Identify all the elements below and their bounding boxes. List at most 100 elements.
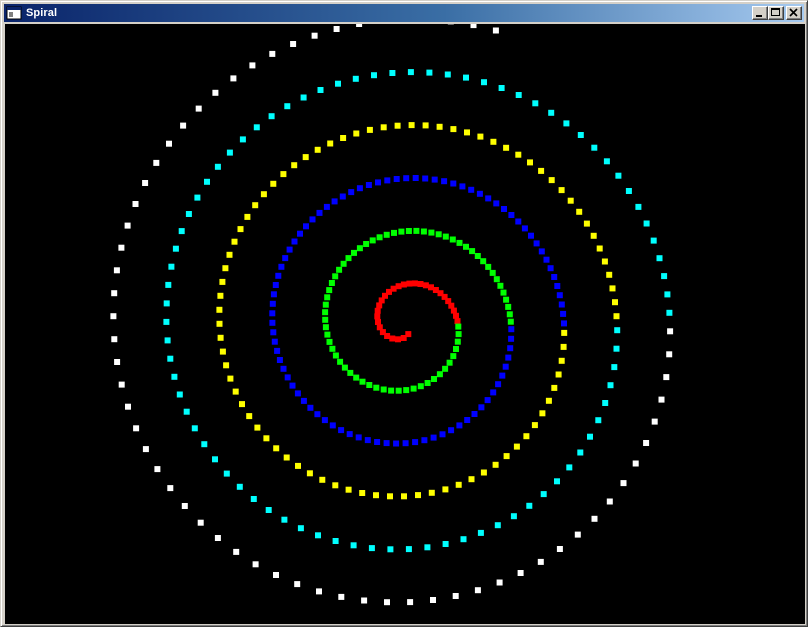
spiral-dot (508, 326, 515, 333)
spiral-dot (269, 310, 276, 317)
spiral-dot (375, 319, 381, 325)
spiral-dot (609, 285, 616, 292)
spiral-dot (464, 417, 471, 423)
spiral-dot (441, 178, 448, 185)
spiral-dot (125, 403, 131, 410)
spiral-dot (658, 396, 665, 403)
maximize-icon (771, 8, 780, 16)
spiral-dot (355, 434, 362, 441)
spiral-dot (503, 453, 510, 460)
spiral-dot (185, 211, 192, 217)
spiral-dot (239, 401, 245, 408)
spiral-dot (197, 519, 204, 526)
spiral-dot (505, 303, 512, 310)
spiral-dot (339, 193, 346, 200)
spiral-dot (286, 246, 293, 253)
spiral-dot (270, 291, 277, 298)
spiral-dot (167, 485, 174, 492)
spiral-dot (223, 362, 230, 369)
spiral-dot (356, 245, 363, 252)
spiral-dot (615, 172, 622, 179)
spiral-dot (454, 318, 461, 325)
spiral-dot (583, 220, 590, 227)
spiral-dot (269, 319, 276, 326)
spiral-dot (376, 234, 383, 241)
spiral-dot (374, 439, 381, 445)
spiral-dot (413, 227, 420, 234)
spiral-dot (454, 338, 461, 345)
spiral-dot (477, 529, 484, 536)
spiral-dot (493, 276, 500, 283)
spiral-dot (361, 597, 368, 604)
spiral-dot (111, 290, 118, 297)
spiral-dot (463, 243, 469, 250)
spiral-dot (337, 358, 344, 365)
spiral-dot (212, 456, 218, 463)
spiral-dot (450, 126, 457, 133)
canvas-background (5, 24, 805, 624)
title-bar[interactable]: Spiral (4, 4, 804, 22)
spiral-dot (375, 179, 381, 186)
spiral-dot (395, 387, 402, 394)
spiral-dot (468, 476, 475, 483)
spiral-dot (113, 267, 120, 274)
spiral-dot (490, 389, 497, 396)
spiral-dot (515, 218, 522, 225)
spiral-dot (469, 248, 476, 255)
spiral-dot (176, 391, 183, 398)
spiral-dot (364, 437, 371, 444)
spiral-dot (270, 329, 277, 336)
spiral-dot (426, 69, 433, 76)
close-button[interactable] (786, 6, 802, 20)
spiral-dot (558, 187, 565, 194)
spiral-dot (577, 449, 584, 456)
spiral-dot (651, 418, 658, 425)
spiral-dot (163, 318, 170, 325)
spiral-dot (246, 413, 253, 420)
spiral-dot (577, 132, 584, 138)
spiral-dot (410, 385, 417, 392)
spiral-dot (603, 158, 610, 165)
spiral-dot (231, 238, 238, 245)
spiral-dot (401, 493, 407, 500)
spiral-dot (494, 522, 501, 529)
maximize-button[interactable] (768, 6, 784, 20)
spiral-dot (214, 163, 221, 170)
spiral-dot (321, 417, 328, 424)
spiral-dot (295, 462, 301, 469)
spiral-dot (345, 486, 352, 493)
spiral-dot (384, 177, 391, 184)
spiral-dot (470, 24, 477, 29)
spiral-dot (384, 599, 390, 606)
spiral-dot (300, 94, 307, 101)
spiral-dot (450, 307, 457, 314)
spiral-dot (232, 388, 239, 395)
spiral-dot (227, 375, 234, 382)
spiral-dot (393, 440, 400, 447)
spiral-dot (643, 220, 650, 227)
spiral-dot (464, 129, 470, 136)
spiral-dot (496, 579, 503, 586)
spiral-dot (273, 445, 280, 452)
spiral-dot (345, 255, 352, 262)
spiral-dot (366, 382, 373, 388)
spiral-dot (548, 109, 555, 116)
spiral-dot (403, 387, 410, 394)
spiral-dot (307, 404, 314, 411)
spiral-dot (431, 176, 438, 183)
spiral-dot (181, 503, 188, 509)
spiral-dot (412, 439, 419, 446)
spiral-dot (537, 558, 544, 565)
minimize-button[interactable] (752, 6, 768, 20)
spiral-dot (666, 351, 673, 358)
spiral-dot (124, 222, 131, 229)
spiral-dot (613, 313, 620, 320)
spiral-dot (613, 345, 620, 352)
spiral-dot (118, 381, 125, 388)
spiral-dot (273, 572, 279, 578)
spiral-dot (233, 548, 240, 555)
spiral-dot (556, 292, 563, 299)
spiral-dot (332, 482, 339, 489)
window-app-icon[interactable] (6, 6, 22, 20)
spiral-dot (398, 228, 405, 235)
